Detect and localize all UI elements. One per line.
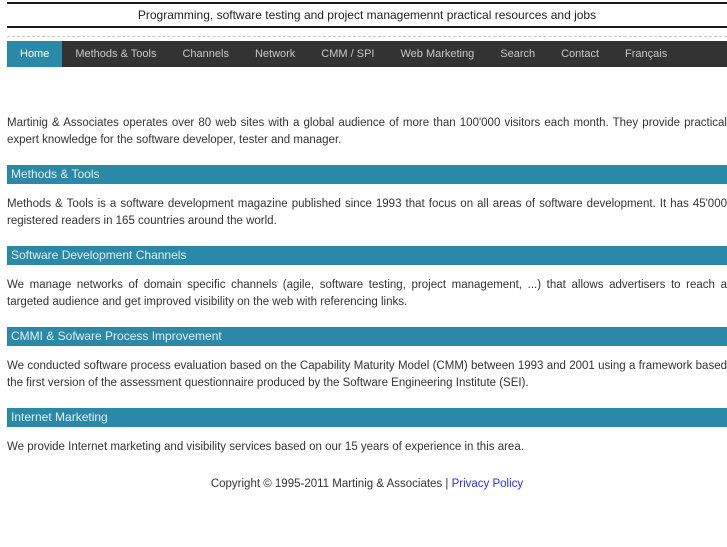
copyright-text: Copyright © 1995-2011 Martinig & Associa… [210,478,449,490]
banner-title: Programming, software testing and projec… [137,8,597,22]
nav-item-cmm-spi[interactable]: CMM / SPI [308,41,387,67]
nav-item-search[interactable]: Search [487,41,548,67]
main-nav: Home Methods & Tools Channels Network CM… [7,41,727,67]
page: Programming, software testing and projec… [7,2,727,490]
top-banner: Programming, software testing and projec… [7,2,727,28]
section-heading-channels: Software Development Channels [7,246,727,265]
section-heading-methods-tools: Methods & Tools [7,165,727,184]
nav-item-contact[interactable]: Contact [548,41,612,67]
section-heading-internet-marketing: Internet Marketing [7,408,727,427]
nav-item-home[interactable]: Home [7,41,63,67]
intro-paragraph: Martinig & Associates operates over 80 w… [7,117,727,146]
privacy-policy-link[interactable]: Privacy Policy [452,478,524,490]
section-body-methods-tools: Methods & Tools is a software developmen… [7,198,727,227]
footer: Copyright © 1995-2011 Martinig & Associa… [7,478,727,490]
section-body-internet-marketing: We provide Internet marketing and visibi… [7,441,524,453]
nav-item-francais[interactable]: Français [612,41,680,67]
nav-item-methods-tools[interactable]: Methods & Tools [62,41,169,67]
nav-item-network[interactable]: Network [242,41,308,67]
nav-item-web-marketing[interactable]: Web Marketing [387,41,487,67]
main-content: Martinig & Associates operates over 80 w… [7,115,727,490]
dotted-separator [7,36,727,37]
section-body-channels: We manage networks of domain specific ch… [7,279,727,308]
section-heading-cmmi: CMMI & Sofware Process Improvement [7,327,727,346]
nav-item-channels[interactable]: Channels [169,41,241,67]
section-body-cmmi: We conducted software process evaluation… [7,360,727,389]
